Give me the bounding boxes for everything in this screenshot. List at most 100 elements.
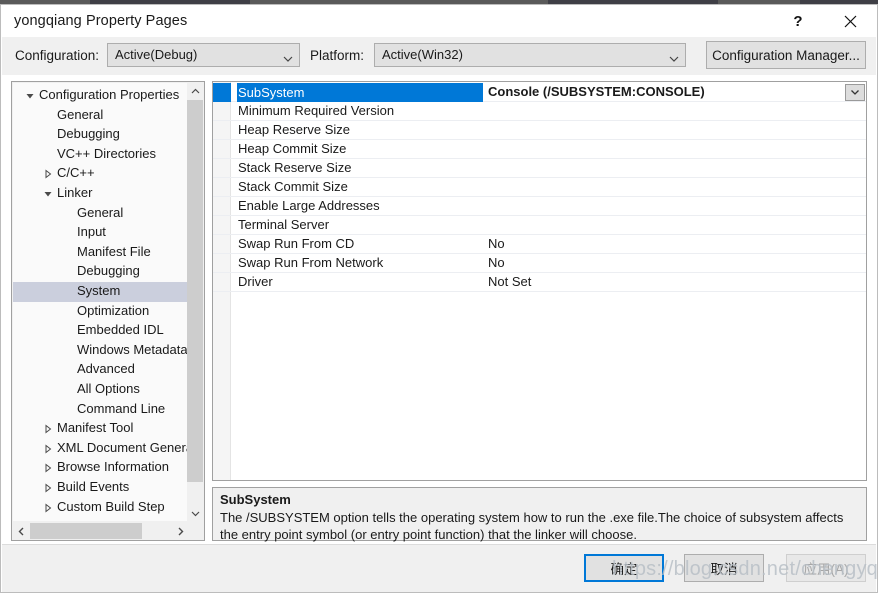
property-name: Heap Commit Size [238, 141, 346, 156]
scroll-right-arrow-icon[interactable] [172, 523, 188, 539]
expander-expanded-icon[interactable] [25, 91, 35, 101]
property-row[interactable]: Swap Run From Network No [213, 254, 866, 273]
tree-item-browse-information[interactable]: Browse Information [13, 458, 188, 478]
property-row[interactable]: Swap Run From CD No [213, 235, 866, 254]
tree-item-label: Windows Metadata [77, 342, 188, 357]
close-button[interactable] [828, 5, 872, 37]
close-icon [844, 15, 857, 28]
tree-item-label: XML Document Generator [57, 440, 188, 455]
property-name: Terminal Server [238, 217, 329, 232]
tree-vscroll-thumb[interactable] [187, 100, 203, 482]
expander-collapsed-icon[interactable] [43, 463, 53, 473]
tree-item-label: General [57, 107, 103, 122]
property-value[interactable]: Console (/SUBSYSTEM:CONSOLE) [488, 84, 705, 99]
property-value-dropdown-button[interactable] [845, 84, 865, 101]
property-name: Swap Run From Network [238, 255, 383, 270]
tree-item-linker[interactable]: Linker [13, 184, 188, 204]
property-grid[interactable]: SubSystem Console (/SUBSYSTEM:CONSOLE) Min… [212, 81, 867, 481]
property-name: Minimum Required Version [238, 103, 394, 118]
property-row[interactable]: Minimum Required Version [213, 102, 866, 121]
configuration-value: Active(Debug) [115, 47, 197, 62]
tree-item-input[interactable]: Input [13, 223, 188, 243]
tree-item-debugging[interactable]: Debugging [13, 125, 188, 145]
tree-item-label: Command Line [77, 401, 165, 416]
tree-item-general[interactable]: General [13, 106, 188, 126]
description-text: The /SUBSYSTEM option tells the operatin… [220, 509, 858, 543]
expander-collapsed-icon[interactable] [43, 483, 53, 493]
tree-item-manifest-file[interactable]: Manifest File [13, 243, 188, 263]
scroll-up-arrow-icon[interactable] [187, 83, 203, 99]
tree-item-configuration-properties[interactable]: Configuration Properties [13, 86, 188, 106]
expander-collapsed-icon[interactable] [43, 503, 53, 513]
expander-expanded-icon[interactable] [43, 189, 53, 199]
property-value: No [488, 236, 505, 251]
tree-item-vc-directories[interactable]: VC++ Directories [13, 145, 188, 165]
question-mark-icon: ? [793, 13, 802, 30]
property-value: Not Set [488, 274, 531, 289]
property-name: SubSystem [237, 83, 483, 102]
configuration-manager-button[interactable]: Configuration Manager... [706, 41, 866, 69]
tree-horizontal-scrollbar[interactable] [13, 523, 188, 539]
expander-collapsed-icon[interactable] [43, 169, 53, 179]
expander-collapsed-icon[interactable] [43, 424, 53, 434]
help-button[interactable]: ? [776, 5, 820, 37]
configuration-tree[interactable]: Configuration Properties General Debugging… [13, 83, 188, 521]
property-value: No [488, 255, 505, 270]
ok-label: 确定 [611, 558, 638, 578]
property-row[interactable]: Enable Large Addresses [213, 197, 866, 216]
property-row[interactable]: Heap Commit Size [213, 140, 866, 159]
scroll-left-arrow-icon[interactable] [13, 523, 29, 539]
ok-button[interactable]: 确定 [584, 554, 664, 582]
property-row[interactable]: Terminal Server [213, 216, 866, 235]
cancel-button[interactable]: 取消 [684, 554, 764, 582]
tree-item-label: Advanced [77, 361, 135, 376]
tree-item-label: Build Events [57, 479, 129, 494]
tree-item-label: Debugging [77, 263, 140, 278]
property-name: Stack Reserve Size [238, 160, 351, 175]
tree-item-build-events[interactable]: Build Events [13, 478, 188, 498]
chevron-down-icon [850, 84, 860, 102]
tree-item-label: System [77, 283, 120, 298]
property-name: Swap Run From CD [238, 236, 354, 251]
tree-item-manifest-tool[interactable]: Manifest Tool [13, 419, 188, 439]
property-row[interactable]: Stack Reserve Size [213, 159, 866, 178]
property-row[interactable]: Stack Commit Size [213, 178, 866, 197]
property-name: Driver [238, 274, 273, 289]
chevron-down-icon [669, 51, 679, 61]
dialog-footer: 确定 取消 应用(A) [2, 544, 876, 592]
tree-hscroll-thumb[interactable] [30, 523, 142, 539]
configuration-select[interactable]: Active(Debug) [107, 43, 300, 67]
property-row[interactable]: Driver Not Set [213, 273, 866, 292]
tree-item-debugging[interactable]: Debugging [13, 262, 188, 282]
configuration-bar: Configuration: Active(Debug) Platform: A… [2, 37, 876, 75]
property-name: Enable Large Addresses [238, 198, 380, 213]
tree-item-c-c[interactable]: C/C++ [13, 164, 188, 184]
tree-item-label: Custom Build Step [57, 499, 165, 514]
apply-label: 应用(A) [804, 558, 849, 578]
platform-select[interactable]: Active(Win32) [374, 43, 686, 67]
tree-item-general[interactable]: General [13, 204, 188, 224]
tree-item-advanced[interactable]: Advanced [13, 360, 188, 380]
tree-item-label: Linker [57, 185, 92, 200]
selected-row-indicator [213, 83, 231, 102]
tree-item-all-options[interactable]: All Options [13, 380, 188, 400]
tree-item-command-line[interactable]: Command Line [13, 400, 188, 420]
description-panel: SubSystem The /SUBSYSTEM option tells th… [212, 487, 867, 541]
tree-item-system[interactable]: System [13, 282, 188, 302]
tree-item-label: Manifest Tool [57, 420, 133, 435]
tree-item-xml-document-generator[interactable]: XML Document Generator [13, 439, 188, 459]
expander-collapsed-icon[interactable] [43, 444, 53, 454]
tree-vertical-scrollbar[interactable] [187, 83, 203, 521]
description-title: SubSystem [220, 492, 291, 507]
tree-item-windows-metadata[interactable]: Windows Metadata [13, 341, 188, 361]
property-row[interactable]: Heap Reserve Size [213, 121, 866, 140]
tree-item-custom-build-step[interactable]: Custom Build Step [13, 498, 188, 518]
tree-item-embedded-idl[interactable]: Embedded IDL [13, 321, 188, 341]
property-pages-dialog: yongqiang Property Pages ? Configuration… [0, 4, 878, 593]
configuration-manager-label: Configuration Manager... [712, 48, 860, 63]
property-row[interactable]: SubSystem Console (/SUBSYSTEM:CONSOLE) [213, 83, 866, 102]
tree-item-label: VC++ Directories [57, 146, 156, 161]
tree-item-optimization[interactable]: Optimization [13, 302, 188, 322]
scroll-down-arrow-icon[interactable] [187, 505, 203, 521]
tree-item-label: Configuration Properties [39, 87, 179, 102]
